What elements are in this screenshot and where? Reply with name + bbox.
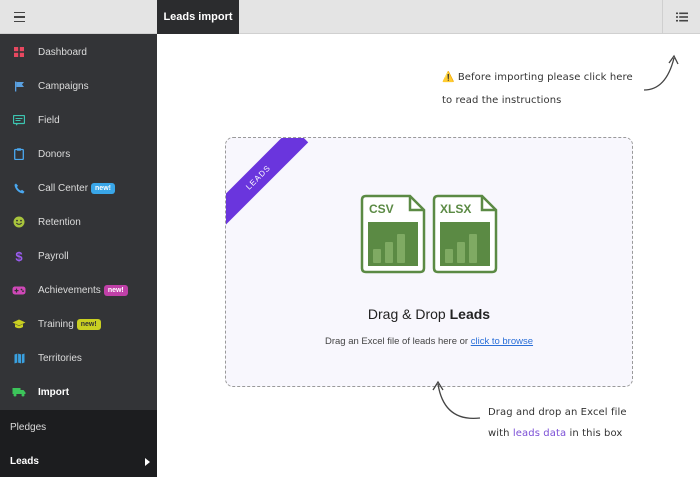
sidebar-item-label: Achievements — [38, 284, 101, 296]
tab-leads-import[interactable]: Leads import — [157, 0, 239, 34]
list-icon — [675, 12, 688, 22]
hint-line-2: to read the instructions — [442, 95, 562, 106]
smiley-icon — [13, 216, 25, 228]
subnav-item-leads[interactable]: Leads — [10, 456, 39, 467]
sidebar-item-payroll[interactable]: $ Payroll — [0, 239, 157, 273]
dropzone-title-bold: Leads — [449, 306, 491, 322]
top-bar: Leads import — [0, 0, 700, 34]
sidebar-item-label: Retention — [38, 216, 81, 228]
sidebar-item-territories[interactable]: Territories — [0, 341, 157, 375]
clipboard-icon — [14, 148, 24, 160]
sidebar: Dashboard Campaigns Field Donors Call Ce… — [0, 34, 157, 477]
hamburger-icon — [13, 10, 25, 24]
new-badge: new! — [91, 182, 115, 194]
dropzone-subtitle: Drag an Excel file of leads here or clic… — [226, 336, 632, 347]
sidebar-item-training[interactable]: Training new! — [0, 307, 157, 341]
dollar-icon: $ — [15, 248, 23, 264]
sidebar-item-label: Training — [38, 318, 74, 330]
phone-icon — [14, 183, 24, 193]
drag-hint-highlight: leads data — [512, 428, 567, 439]
subnav-item-pledges[interactable]: Pledges — [10, 422, 46, 433]
drag-hint-line-2: with leads data in this box — [488, 428, 622, 439]
sidebar-item-dashboard[interactable]: Dashboard — [0, 35, 157, 69]
dashboard-icon — [14, 47, 24, 57]
arrow-right-icon — [145, 458, 150, 466]
hint-line-1: Before importing please click here — [457, 72, 633, 83]
new-badge: new! — [103, 284, 128, 296]
map-icon — [14, 353, 24, 363]
sidebar-item-achievements[interactable]: Achievements new! — [0, 273, 157, 307]
dropzone-subtitle-text: Drag an Excel file of leads here or — [324, 336, 469, 347]
browse-link[interactable]: click to browse — [471, 336, 533, 347]
sidebar-item-label: Call Center — [38, 182, 89, 194]
warning-icon: ⚠️ — [442, 72, 455, 83]
sidebar-item-call-center[interactable]: Call Center new! — [0, 171, 157, 205]
graduation-cap-icon — [12, 319, 26, 328]
dropzone-title: Drag & Drop Leads — [226, 306, 632, 322]
drag-hint-line-1: Drag and drop an Excel file — [488, 407, 627, 418]
sidebar-item-label: Dashboard — [38, 46, 87, 58]
sidebar-item-label: Territories — [38, 352, 82, 364]
drag-hint-text: in this box — [569, 428, 623, 439]
sidebar-item-label: Import — [38, 386, 70, 398]
truck-icon — [12, 388, 26, 397]
hamburger-menu-button[interactable] — [0, 0, 38, 34]
instructions-hint[interactable]: ⚠️ Before importing please click here — [442, 72, 633, 83]
flag-icon — [14, 81, 24, 91]
sidebar-item-import[interactable]: Import — [0, 375, 157, 409]
leads-dropzone[interactable]: LEADS CSV XLSX Drag & Drop Leads Drag an… — [225, 137, 633, 387]
sidebar-item-label: Campaigns — [38, 80, 89, 92]
new-badge: new! — [76, 318, 101, 330]
curved-arrow-up-icon — [432, 380, 481, 420]
curved-arrow-up-icon — [643, 54, 679, 91]
csv-label: CSV — [369, 202, 394, 216]
import-subnav: Pledges Leads — [0, 410, 157, 477]
dropzone-title-text: Drag & Drop — [367, 306, 446, 322]
sidebar-item-label: Field — [38, 114, 60, 126]
sidebar-item-field[interactable]: Field — [0, 103, 157, 137]
xlsx-label: XLSX — [440, 202, 472, 216]
message-icon — [13, 114, 25, 126]
sidebar-item-retention[interactable]: Retention — [0, 205, 157, 239]
sidebar-item-campaigns[interactable]: Campaigns — [0, 69, 157, 103]
sidebar-item-label: Donors — [38, 148, 71, 160]
list-button[interactable] — [662, 0, 700, 34]
sidebar-item-label: Payroll — [38, 250, 69, 262]
drag-hint-text: with — [488, 428, 510, 439]
gamepad-icon — [12, 286, 26, 294]
sidebar-item-donors[interactable]: Donors — [0, 137, 157, 171]
leads-ribbon: LEADS — [226, 138, 309, 228]
